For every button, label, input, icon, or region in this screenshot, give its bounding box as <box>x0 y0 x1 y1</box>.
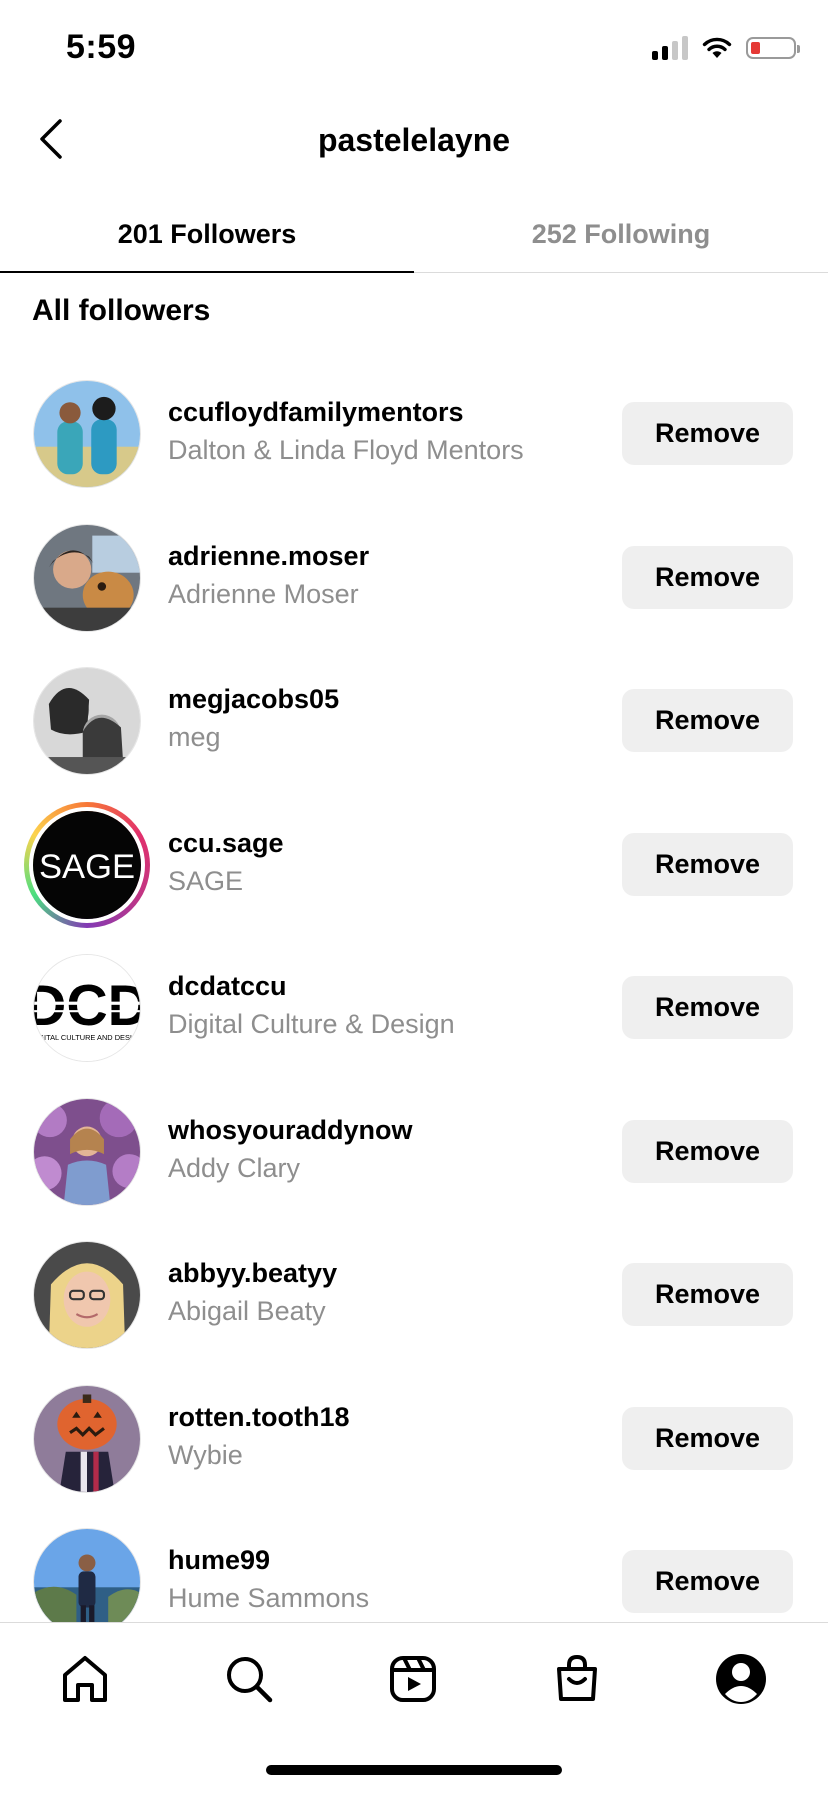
username[interactable]: dcdatccu <box>168 968 455 1004</box>
full-name: Abigail Beaty <box>168 1296 326 1326</box>
nav-home[interactable] <box>55 1649 115 1709</box>
wifi-icon <box>702 37 732 58</box>
nav-shop[interactable] <box>547 1649 607 1709</box>
tab-bar: 201 Followers 252 Following <box>0 196 828 273</box>
remove-button[interactable]: Remove <box>622 976 793 1039</box>
nav-search[interactable] <box>219 1649 279 1709</box>
avatar-story-ring[interactable]: SAGE <box>24 801 150 928</box>
remove-button[interactable]: Remove <box>622 689 793 752</box>
avatar[interactable]: DCD DIGITAL CULTURE AND DESIGN <box>33 954 141 1062</box>
avatar[interactable] <box>33 523 141 632</box>
user-text: hume99 Hume Sammons <box>168 1542 369 1618</box>
remove-button[interactable]: Remove <box>622 1119 793 1183</box>
user-text: ccufloydfamilymentors Dalton & Linda Flo… <box>168 394 524 470</box>
avatar[interactable] <box>33 1097 141 1206</box>
username[interactable]: abbyy.beatyy <box>168 1255 337 1291</box>
follower-row[interactable]: rotten.tooth18 Wybie Remove <box>0 1367 828 1511</box>
page-title: pastelelayne <box>317 122 511 158</box>
follower-row[interactable]: SAGE ccu.sage SAGE Remove <box>0 793 828 937</box>
full-name: SAGE <box>168 865 244 896</box>
remove-button[interactable]: Remove <box>622 402 793 465</box>
search-icon <box>227 1657 273 1703</box>
user-text: rotten.tooth18 Wybie <box>168 1399 350 1475</box>
bottom-nav <box>0 1622 828 1793</box>
full-name: Dalton & Linda Floyd Mentors <box>168 435 524 465</box>
user-text: ccu.sage SAGE <box>168 825 284 901</box>
status-time: 5:59 <box>66 28 137 66</box>
tab-following[interactable]: 252 Following <box>414 196 828 272</box>
user-text: abbyy.beatyy Abigail Beaty <box>168 1255 337 1331</box>
user-text: whosyouraddynow Addy Clary <box>168 1112 413 1188</box>
follower-row[interactable]: abbyy.beatyy Abigail Beaty Remove <box>0 1223 828 1367</box>
follower-row[interactable]: DCD DIGITAL CULTURE AND DESIGN dcdatccu … <box>0 936 828 1080</box>
user-text: adrienne.moser Adrienne Moser <box>168 538 369 614</box>
followers-list: ccufloydfamilymentors Dalton & Linda Flo… <box>0 362 828 1654</box>
avatar[interactable] <box>33 667 141 775</box>
profile-icon <box>716 1654 766 1704</box>
remove-button[interactable]: Remove <box>622 1406 793 1470</box>
header: pastelelayne <box>0 100 828 184</box>
full-name: Wybie <box>168 1439 243 1470</box>
avatar[interactable] <box>33 1528 141 1636</box>
remove-button[interactable]: Remove <box>622 1550 793 1613</box>
home-indicator <box>266 1765 562 1775</box>
avatar-logo-subtext: DIGITAL CULTURE AND DESIGN <box>34 1033 140 1042</box>
battery-icon <box>746 37 800 59</box>
home-icon <box>63 1656 107 1702</box>
cellular-signal-icon <box>652 36 688 60</box>
tab-followers[interactable]: 201 Followers <box>0 196 414 273</box>
username[interactable]: ccufloydfamilymentors <box>168 394 524 430</box>
follower-row[interactable]: megjacobs05 meg Remove <box>0 649 828 793</box>
shop-icon <box>557 1654 597 1701</box>
follower-row[interactable]: ccufloydfamilymentors Dalton & Linda Flo… <box>0 362 828 506</box>
avatar[interactable] <box>33 1384 141 1493</box>
full-name: Hume Sammons <box>168 1583 370 1613</box>
status-bar: 5:59 <box>0 0 828 100</box>
follower-row[interactable]: adrienne.moser Adrienne Moser Remove <box>0 506 828 650</box>
full-name: meg <box>168 722 221 752</box>
remove-button[interactable]: Remove <box>622 1263 793 1326</box>
nav-reels[interactable] <box>383 1649 443 1709</box>
username[interactable]: whosyouraddynow <box>168 1112 413 1148</box>
status-icons <box>652 36 800 60</box>
nav-profile[interactable] <box>711 1649 771 1709</box>
follower-row[interactable]: whosyouraddynow Addy Clary Remove <box>0 1080 828 1224</box>
username[interactable]: adrienne.moser <box>168 538 369 574</box>
avatar[interactable] <box>33 1241 141 1349</box>
avatar-logo-text: DCD <box>34 974 140 1038</box>
user-text: dcdatccu Digital Culture & Design <box>168 968 455 1044</box>
user-text: megjacobs05 meg <box>168 681 339 757</box>
username[interactable]: hume99 <box>168 1542 369 1578</box>
full-name: Adrienne Moser <box>168 578 359 609</box>
full-name: Digital Culture & Design <box>168 1009 455 1039</box>
username[interactable]: rotten.tooth18 <box>168 1399 350 1435</box>
section-title: All followers <box>32 294 211 327</box>
reels-icon <box>390 1656 436 1702</box>
username[interactable]: ccu.sage <box>168 825 284 861</box>
username[interactable]: megjacobs05 <box>168 681 339 717</box>
remove-button[interactable]: Remove <box>622 832 793 896</box>
full-name: Addy Clary <box>168 1152 301 1183</box>
avatar-logo-text: SAGE <box>39 847 135 885</box>
remove-button[interactable]: Remove <box>622 545 793 609</box>
avatar[interactable] <box>33 380 141 488</box>
